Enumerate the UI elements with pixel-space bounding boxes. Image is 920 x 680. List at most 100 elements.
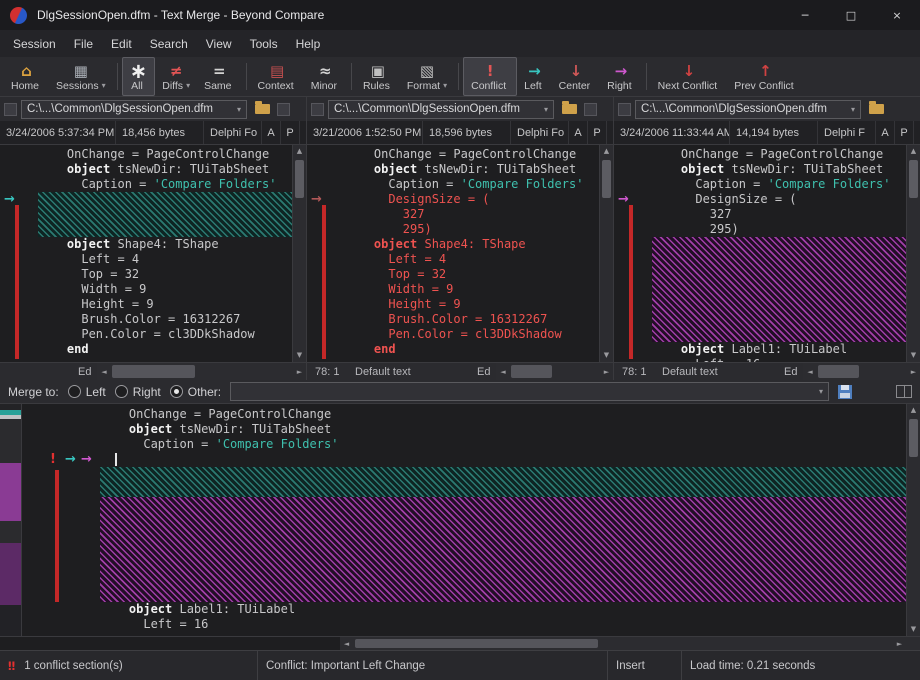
code-line: Brush.Color = 16312267 (345, 312, 599, 327)
scrollbar-track[interactable] (353, 637, 893, 650)
scroll-left-icon[interactable]: ◄ (97, 368, 110, 376)
chevron-down-icon: ▾ (819, 387, 823, 396)
scroll-right-icon[interactable]: ► (907, 368, 920, 376)
file-info-row: 3/24/2006 5:37:34 PM 18,456 bytes Delphi… (0, 121, 920, 145)
scrollbar-thumb[interactable] (909, 160, 918, 198)
merge-target-right-radio[interactable]: Right (115, 385, 161, 399)
pane-menu-icon[interactable] (584, 103, 597, 116)
scrollbar-thumb[interactable] (818, 365, 859, 378)
right-pane-hscrollbar[interactable]: ◄ ► (803, 363, 920, 380)
maximize-button[interactable]: □ (828, 0, 874, 30)
left-pane-code[interactable]: OnChange = PageControlChange object tsNe… (38, 145, 292, 362)
toolbar-button-diffs[interactable]: ≠ Diffs▾ (155, 57, 197, 96)
menu-file[interactable]: File (65, 33, 102, 55)
scroll-down-icon[interactable]: ▼ (600, 349, 613, 362)
same-icon: = (213, 62, 226, 80)
right-pane-code[interactable]: OnChange = PageControlChange object tsNe… (652, 145, 906, 362)
menu-session[interactable]: Session (4, 33, 65, 55)
right-browse-button[interactable] (865, 100, 887, 119)
status-bar: ‼ 1 conflict section(s) Conflict: Import… (0, 650, 920, 680)
radio-label: Left (86, 385, 106, 399)
save-button[interactable] (838, 385, 852, 399)
scroll-left-icon[interactable]: ◄ (496, 368, 509, 376)
right-path-combobox[interactable]: C:\...\Common\DlgSessionOpen.dfm ▾ (635, 100, 861, 119)
toolbar-button-sessions[interactable]: ▦ Sessions▾ (49, 57, 113, 96)
overview-map[interactable] (0, 404, 22, 636)
scrollbar-track[interactable] (110, 363, 293, 380)
toolbar-button-rules[interactable]: ▣ Rules (356, 57, 400, 96)
toolbar-button-left[interactable]: → Left (517, 57, 552, 96)
scrollbar-track[interactable] (600, 158, 613, 349)
toolbar-button-context[interactable]: ▤ Context (251, 57, 304, 96)
scroll-up-icon[interactable]: ▲ (600, 145, 613, 158)
left-pane-hscrollbar[interactable]: ◄ ► (97, 363, 306, 380)
left-pane-vscrollbar[interactable]: ▲ ▼ (292, 145, 306, 362)
right-pane-vscrollbar[interactable]: ▲ ▼ (906, 145, 920, 362)
toolbar-button-same[interactable]: = Same (197, 57, 241, 96)
scroll-up-icon[interactable]: ▲ (293, 145, 306, 158)
center-pane-hscrollbar[interactable]: ◄ ► (496, 363, 613, 380)
center-pane-code[interactable]: OnChange = PageControlChange object tsNe… (345, 145, 599, 362)
pane-menu-icon[interactable] (277, 103, 290, 116)
scrollbar-track[interactable] (816, 363, 907, 380)
conflict-section-bar (322, 205, 326, 359)
conflict-section-bar (629, 205, 633, 359)
scroll-down-icon[interactable]: ▼ (907, 623, 920, 636)
scrollbar-track[interactable] (907, 158, 920, 349)
code-line: DesignSize = ( (652, 192, 906, 207)
scroll-right-icon[interactable]: ► (600, 368, 613, 376)
scroll-left-icon[interactable]: ◄ (803, 368, 816, 376)
toolbar-button-next-conflict[interactable]: ↓ Next Conflict (651, 57, 728, 96)
scrollbar-thumb[interactable] (355, 639, 598, 648)
scrollbar-thumb[interactable] (909, 419, 918, 457)
menu-help[interactable]: Help (287, 33, 330, 55)
toolbar-button-label: Format (407, 80, 440, 92)
scroll-up-icon[interactable]: ▲ (907, 404, 920, 417)
panes-layout-button[interactable] (896, 385, 912, 398)
beyond-compare-window: DlgSessionOpen.dfm - Text Merge - Beyond… (0, 0, 920, 680)
scrollbar-track[interactable] (293, 158, 306, 349)
scroll-down-icon[interactable]: ▼ (907, 349, 920, 362)
code-line: object tsNewDir: TUiTabSheet (38, 162, 292, 177)
merge-target-left-radio[interactable]: Left (68, 385, 106, 399)
toolbar-button-right[interactable]: → Right (600, 57, 642, 96)
menu-tools[interactable]: Tools (241, 33, 287, 55)
scroll-down-icon[interactable]: ▼ (293, 349, 306, 362)
menu-edit[interactable]: Edit (102, 33, 141, 55)
scrollbar-thumb[interactable] (295, 160, 304, 198)
scrollbar-thumb[interactable] (602, 160, 611, 198)
scroll-right-icon[interactable]: ► (893, 640, 906, 648)
left-path-combobox[interactable]: C:\...\Common\DlgSessionOpen.dfm ▾ (21, 100, 247, 119)
merge-target-other-radio[interactable]: Other: (170, 385, 221, 399)
scrollbar-track[interactable] (509, 363, 600, 380)
center-path-combobox[interactable]: C:\...\Common\DlgSessionOpen.dfm ▾ (328, 100, 554, 119)
scrollbar-thumb[interactable] (511, 365, 552, 378)
toolbar-button-center[interactable]: ↓ Center (552, 57, 601, 96)
code-line: Left = 16 (100, 617, 906, 632)
toolbar-button-home[interactable]: ⌂ Home (4, 57, 49, 96)
output-vscrollbar[interactable]: ▲ ▼ (906, 404, 920, 636)
toolbar-button-format[interactable]: ▧ Format▾ (400, 57, 454, 96)
toolbar-button-all[interactable]: ∗ All (122, 57, 156, 96)
menu-search[interactable]: Search (141, 33, 197, 55)
center-pane-vscrollbar[interactable]: ▲ ▼ (599, 145, 613, 362)
close-button[interactable]: × (874, 0, 920, 30)
toolbar-button-prev-conflict[interactable]: ↑ Prev Conflict (727, 57, 804, 96)
left-browse-button[interactable] (251, 100, 273, 119)
toolbar-button-minor[interactable]: ≈ Minor (304, 57, 347, 96)
scroll-right-icon[interactable]: ► (293, 368, 306, 376)
merge-output-combobox[interactable]: ▾ (230, 382, 829, 401)
minimize-button[interactable]: ─ (782, 0, 828, 30)
scrollbar-track[interactable] (907, 417, 920, 623)
menu-view[interactable]: View (197, 33, 241, 55)
file-size: 14,194 bytes (730, 121, 818, 144)
code-line: Pen.Color = cl3DDkShadow (345, 327, 599, 342)
output-hscrollbar[interactable]: ◄ ► (340, 637, 906, 650)
scrollbar-thumb[interactable] (112, 365, 194, 378)
scroll-up-icon[interactable]: ▲ (907, 145, 920, 158)
scroll-left-icon[interactable]: ◄ (340, 640, 353, 648)
code-line: Caption = 'Compare Folders' (38, 177, 292, 192)
center-browse-button[interactable] (558, 100, 580, 119)
output-code[interactable]: OnChange = PageControlChange object tsNe… (100, 404, 906, 636)
toolbar-button-conflict[interactable]: ! Conflict (463, 57, 517, 96)
